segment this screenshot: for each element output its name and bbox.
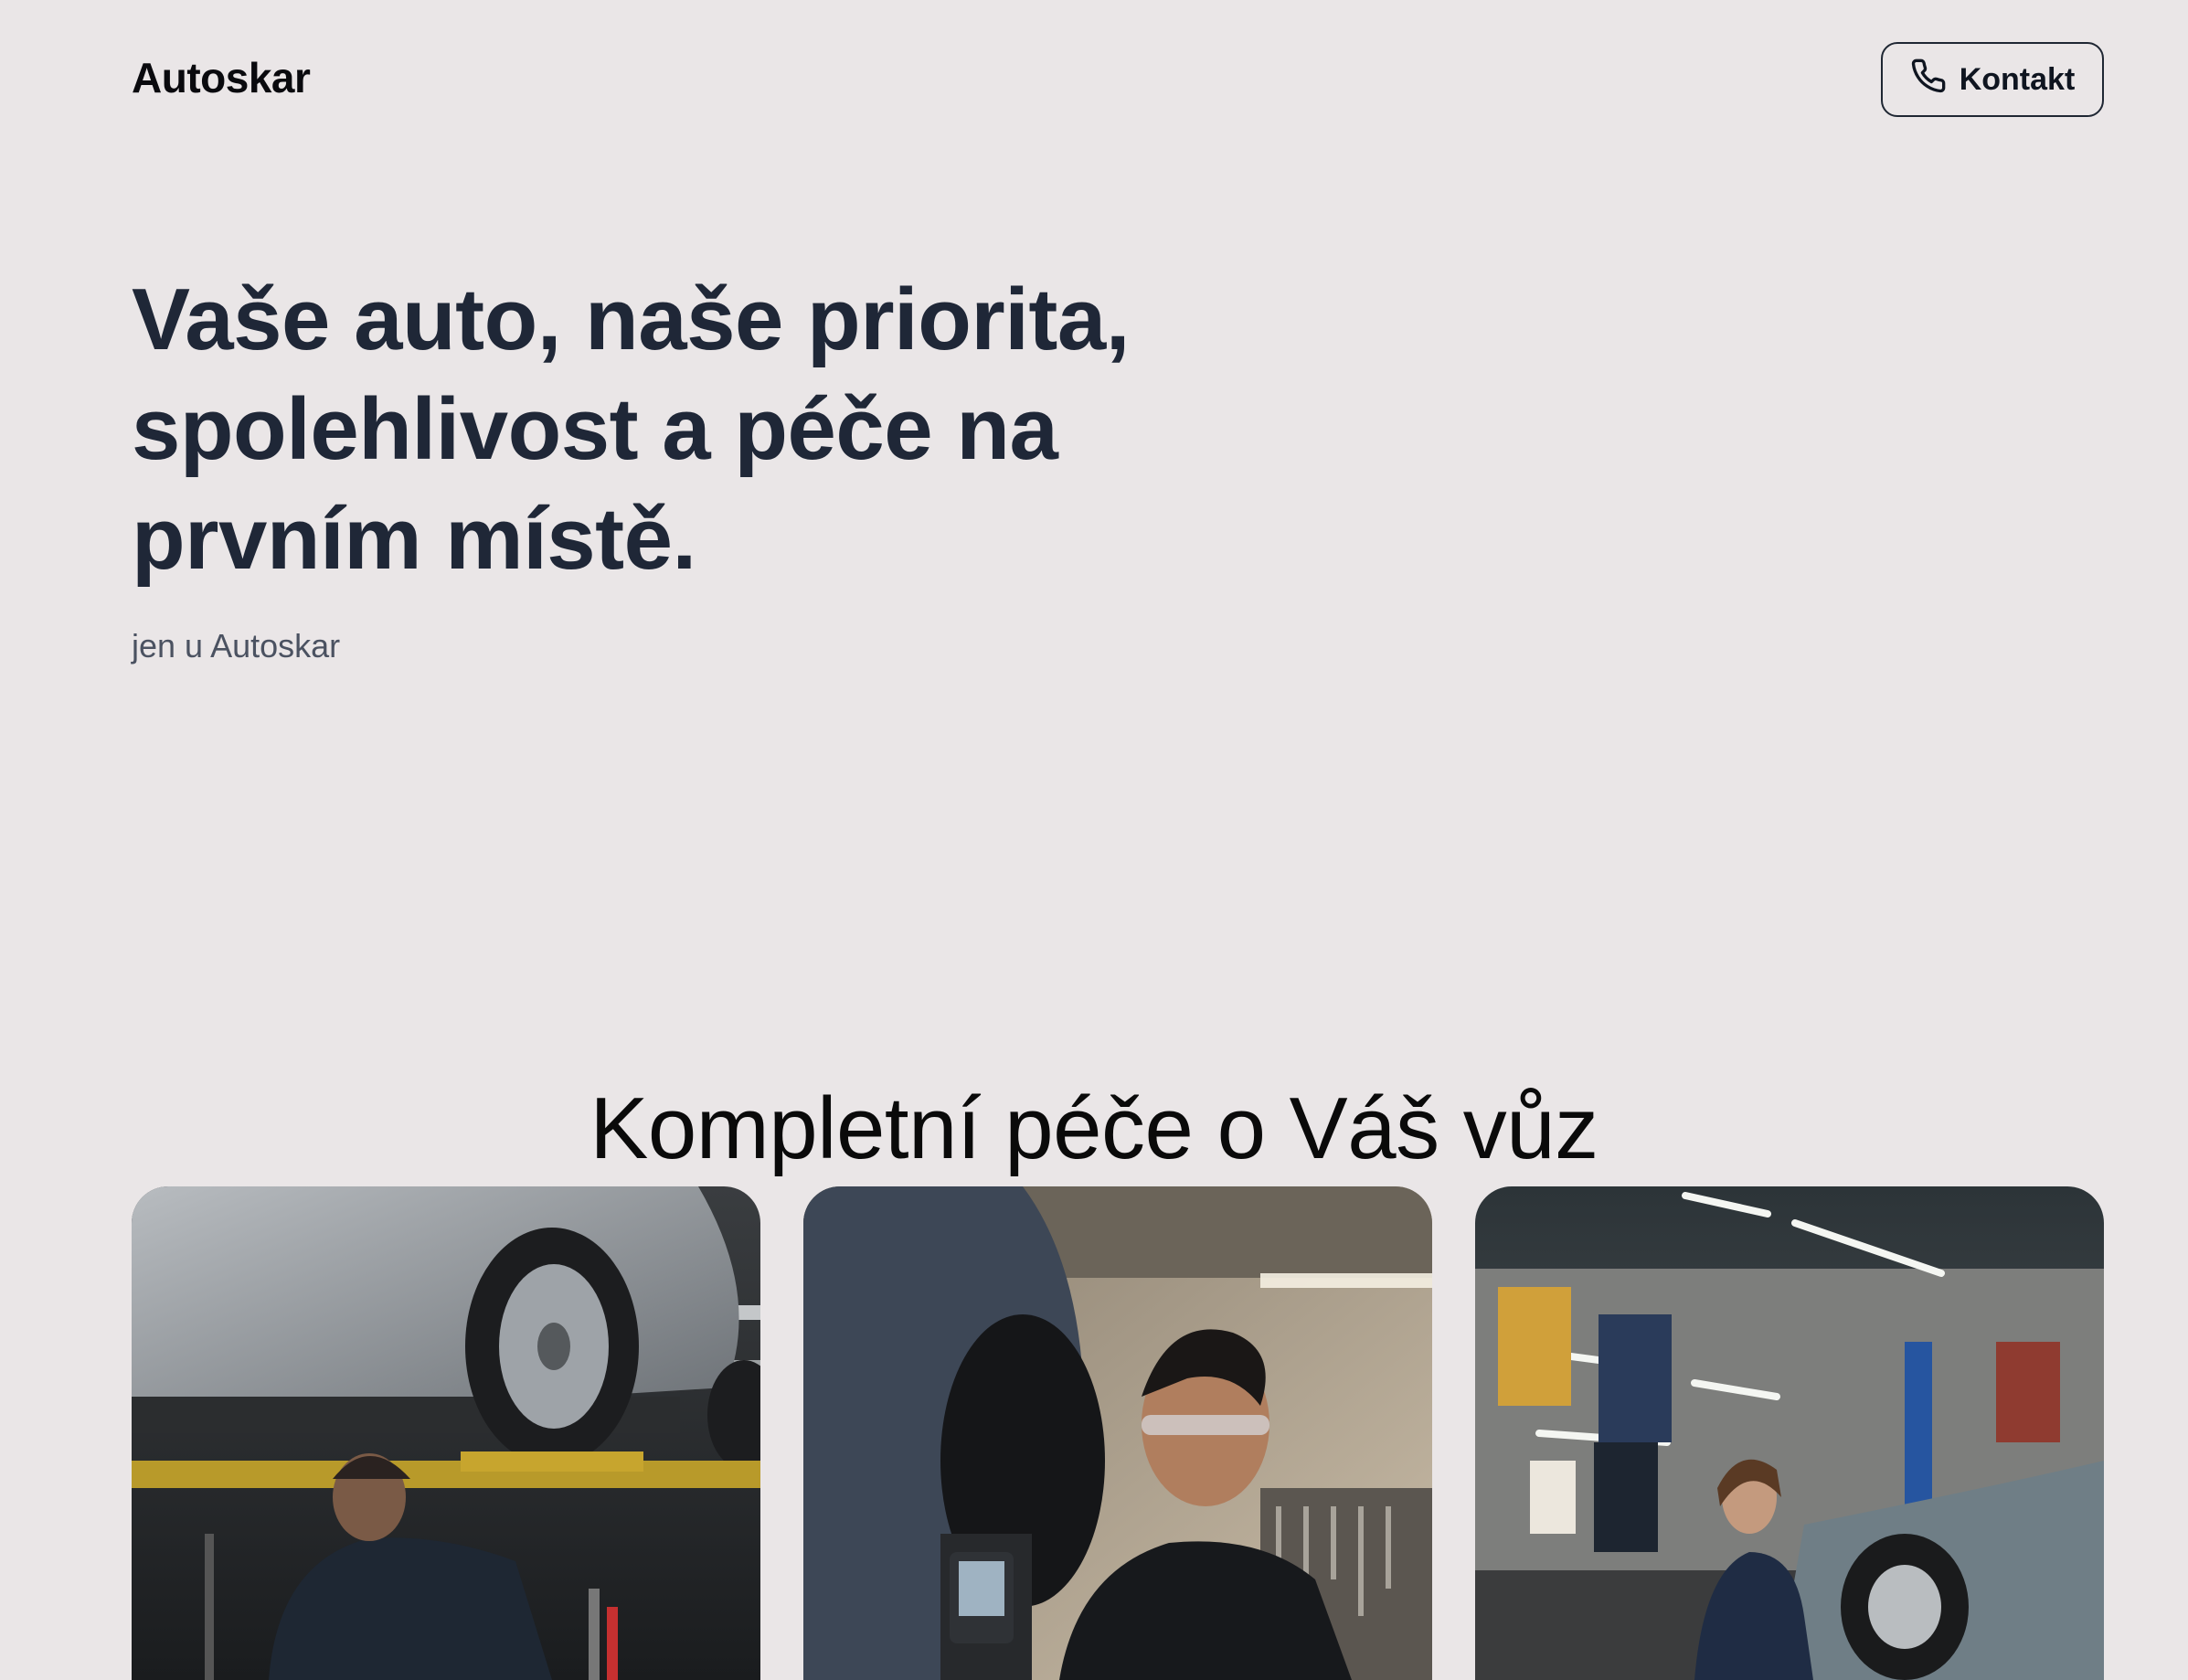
contact-button-label: Kontakt: [1959, 61, 2076, 97]
service-card[interactable]: [1475, 1186, 2104, 1680]
mechanic-in-garage-with-classic-car-photo: [1475, 1186, 2104, 1680]
brand-logo[interactable]: Autoskar: [132, 53, 311, 102]
service-card[interactable]: [803, 1186, 1432, 1680]
top-bar: Autoskar Kontakt: [0, 0, 2188, 165]
services-title: Kompletní péče o Váš vůz: [589, 1079, 1599, 1177]
contact-button[interactable]: Kontakt: [1881, 42, 2104, 117]
hero-title: Vaše auto, naše priorita, spolehlivost a…: [132, 271, 1130, 588]
mechanic-under-lifted-car-photo: [132, 1186, 760, 1680]
service-card[interactable]: [132, 1186, 760, 1680]
hero-subtitle: jen u Autoskar: [132, 627, 341, 665]
phone-icon: [1910, 58, 1947, 102]
mechanic-with-diagnostic-tool-photo: [803, 1186, 1432, 1680]
service-cards: [132, 1186, 2104, 1680]
hero-section: Vaše auto, naše priorita, spolehlivost a…: [132, 265, 1228, 665]
